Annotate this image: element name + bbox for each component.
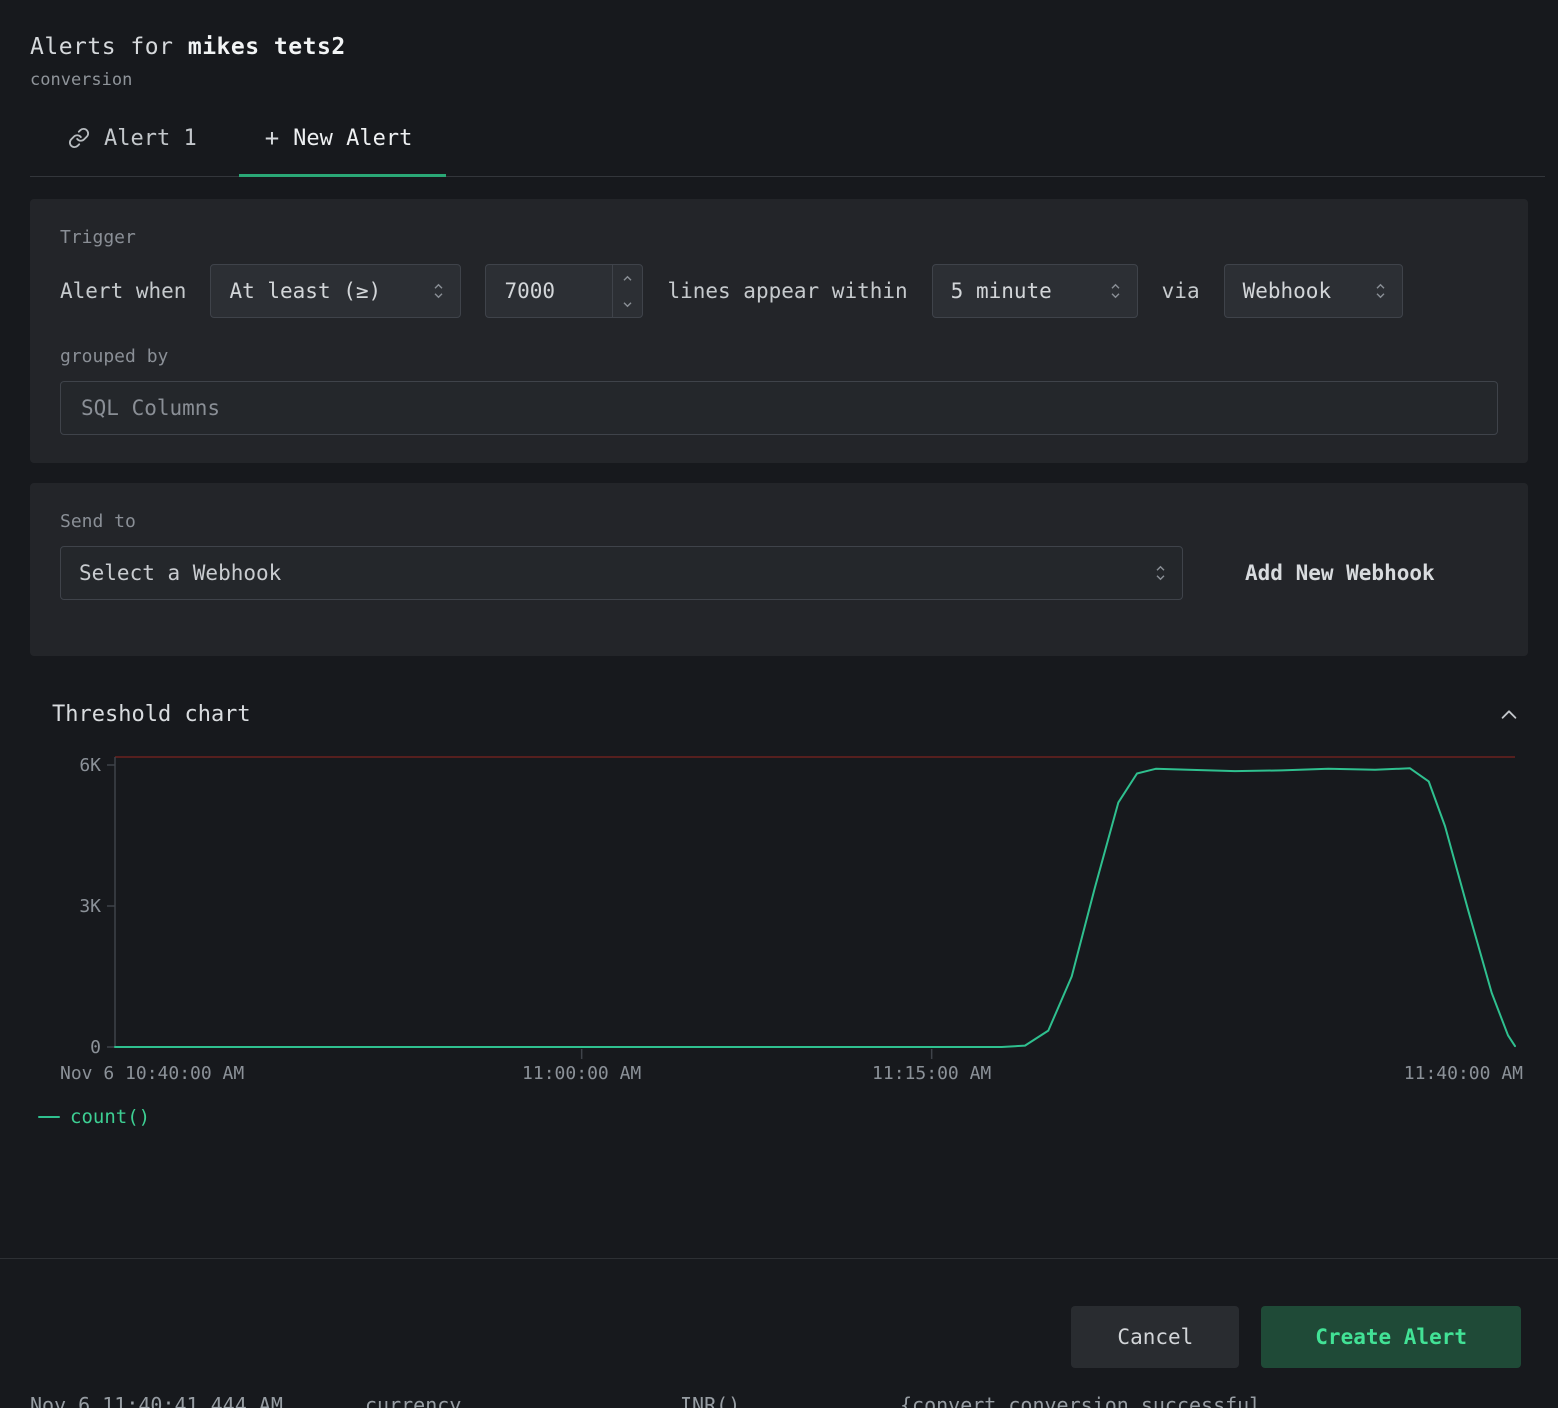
tab-alert-1[interactable]: Alert 1 [30, 124, 239, 176]
page-subtitle: conversion [30, 70, 1528, 90]
svg-text:11:00:00 AM: 11:00:00 AM [522, 1063, 641, 1084]
channel-select[interactable]: Webhook [1224, 264, 1403, 318]
footer-buttons: Cancel Create Alert [0, 1259, 1558, 1368]
plus-icon: + [265, 124, 279, 152]
interval-select[interactable]: 5 minute [932, 264, 1138, 318]
page-title-source-name: mikes tets2 [188, 34, 346, 60]
alert-dialog: Alerts for mikes tets2 conversion Alert … [0, 0, 1558, 1408]
interval-select-value: 5 minute [951, 279, 1052, 303]
legend-line-swatch [38, 1116, 60, 1118]
grouped-by-label: grouped by [60, 346, 1498, 367]
send-to-row: Select a Webhook Add New Webhook [60, 546, 1498, 600]
trigger-panel: Trigger Alert when At least (≥) 7000 [30, 199, 1528, 463]
channel-select-value: Webhook [1243, 279, 1332, 303]
svg-text:3K: 3K [79, 896, 101, 917]
legend-label: count() [70, 1106, 150, 1128]
create-alert-button[interactable]: Create Alert [1261, 1306, 1521, 1368]
threshold-chart-section: Threshold chart 0 3K 6K Nov 6 10:40:00 AM 11… [30, 702, 1528, 1128]
send-to-section-label: Send to [60, 511, 1498, 532]
alert-when-label: Alert when [60, 279, 186, 303]
alert-tabs: Alert 1 + New Alert [30, 124, 1545, 177]
tab-new-alert-label: New Alert [293, 126, 412, 151]
tab-new-alert[interactable]: + New Alert [239, 124, 447, 176]
chevron-updown-icon [433, 283, 444, 299]
dialog-header: Alerts for mikes tets2 conversion [0, 0, 1558, 90]
dialog-footer: Cancel Create Alert [0, 1258, 1558, 1368]
chevron-updown-icon [1155, 565, 1166, 581]
chevron-updown-icon [1110, 283, 1121, 299]
svg-text:6K: 6K [79, 755, 101, 776]
series-legend-count[interactable]: count() [38, 1106, 1528, 1128]
chevron-up-icon [1498, 704, 1520, 726]
svg-text:11:15:00 AM: 11:15:00 AM [872, 1063, 991, 1084]
threshold-number-input[interactable]: 7000 [485, 264, 643, 318]
threshold-stepper [612, 265, 642, 317]
chart-header: Threshold chart [30, 702, 1528, 727]
add-new-webhook-button[interactable]: Add New Webhook [1245, 561, 1435, 585]
bg-row-field-inr: INR() [680, 1394, 740, 1408]
grouped-by-input[interactable] [60, 381, 1498, 435]
via-label: via [1162, 279, 1200, 303]
background-log-row-clipped: Nov 6 11:40:41.444 AM currency INR() {co… [0, 1394, 1558, 1408]
trigger-section-label: Trigger [60, 227, 1498, 248]
chart-title: Threshold chart [52, 702, 251, 727]
webhook-select-value: Select a Webhook [79, 561, 281, 585]
bg-row-timestamp: Nov 6 11:40:41.444 AM [30, 1394, 283, 1408]
condition-select[interactable]: At least (≥) [210, 264, 461, 318]
chevron-updown-icon [1375, 283, 1386, 299]
svg-text:0: 0 [90, 1037, 101, 1058]
tab-alert-1-label: Alert 1 [104, 126, 197, 151]
lines-appear-label: lines appear within [667, 279, 907, 303]
svg-text:Nov 6 10:40:00 AM: Nov 6 10:40:00 AM [60, 1063, 244, 1084]
threshold-line-chart: 0 3K 6K Nov 6 10:40:00 AM 11:00:00 AM 11:15:0… [30, 745, 1528, 1090]
condition-select-value: At least (≥) [229, 279, 381, 303]
trigger-row: Alert when At least (≥) 7000 [60, 264, 1498, 318]
stepper-down-button[interactable] [613, 291, 642, 317]
bg-row-field-currency: currency [365, 1394, 461, 1408]
send-to-panel: Send to Select a Webhook Add New Webhook [30, 483, 1528, 656]
stepper-up-button[interactable] [613, 265, 642, 291]
link-icon [68, 127, 90, 149]
webhook-select[interactable]: Select a Webhook [60, 546, 1183, 600]
bg-row-message: {convert conversion successful [900, 1394, 1261, 1408]
svg-text:11:40:00 AM: 11:40:00 AM [1404, 1063, 1523, 1084]
cancel-button[interactable]: Cancel [1071, 1306, 1239, 1368]
threshold-number-value: 7000 [486, 265, 612, 317]
page-title: Alerts for mikes tets2 [30, 34, 1528, 60]
page-title-prefix: Alerts for [30, 34, 173, 60]
collapse-chart-button[interactable] [1498, 704, 1520, 726]
